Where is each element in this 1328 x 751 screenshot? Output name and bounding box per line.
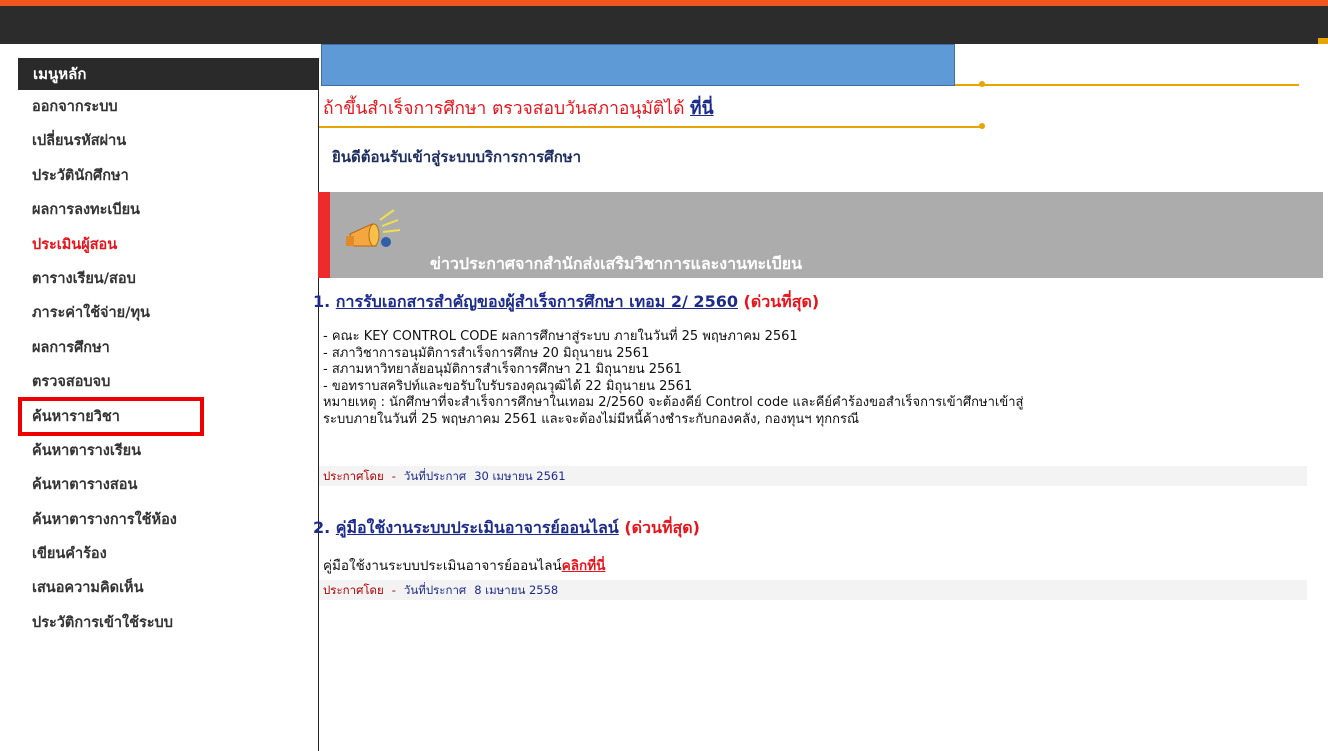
graduate-check-link[interactable]: ที่นี่: [690, 99, 714, 119]
announcement-line: ระบบภายในวันที่ 25 พฤษภาคม 2561 และจะต้อ…: [323, 411, 860, 427]
megaphone-icon: [346, 209, 401, 247]
separator: -: [391, 583, 396, 597]
announcement-1-link[interactable]: การรับเอกสารสำคัญของผู้สำเร็จการศึกษา เท…: [336, 292, 738, 311]
announcement-2-link[interactable]: คู่มือใช้งานระบบประเมินอาจารย์ออนไลน์: [336, 518, 619, 537]
graduate-notice: ถ้าขึ้นสำเร็จการศึกษา ตรวจสอบวันสภาอนุมั…: [323, 94, 714, 122]
sidebar-item-change-password[interactable]: เปลี่ยนรหัสผ่าน: [18, 124, 318, 158]
sidebar-item-search-class-schedule[interactable]: ค้นหาตารางเรียน: [18, 434, 318, 468]
news-header-red-bar: [318, 192, 330, 278]
news-header-title: ข่าวประกาศจากสำนักส่งเสริมวิชาการและงานท…: [430, 254, 803, 273]
announcement-line: - สภามหาวิทยาลัยอนุมัติการสำเร็จการศึกษา…: [323, 362, 682, 378]
date-label: วันที่ประกาศ: [403, 583, 467, 597]
date-value: 8 เมษายน 2558: [474, 583, 559, 597]
sidebar-item-expenses-scholarship[interactable]: ภาระค่าใช้จ่าย/ทุน: [18, 296, 318, 330]
date-value: 30 เมษายน 2561: [474, 469, 566, 483]
sidebar-item-grades[interactable]: ผลการศึกษา: [18, 331, 318, 365]
date-label: วันที่ประกาศ: [403, 469, 467, 483]
urgency-label: (ด่วนที่สุด): [743, 292, 820, 311]
announcement-2-body: คู่มือใช้งานระบบประเมินอาจารย์ออนไลน์คลิ…: [323, 554, 605, 576]
announcement-1-meta: ประกาศโดย - วันที่ประกาศ 30 เมษายน 2561: [319, 466, 1307, 486]
urgency-label: (ด่วนที่สุด): [624, 518, 700, 537]
decor-dot: [979, 81, 985, 87]
welcome-text: ยินดีต้อนรับเข้าสู่ระบบบริการการศึกษา: [332, 148, 582, 166]
sidebar-item-feedback[interactable]: เสนอความคิดเห็น: [18, 571, 318, 605]
manual-click-link[interactable]: คลิกที่นี่: [562, 558, 606, 574]
sidebar-item-search-courses[interactable]: ค้นหารายวิชา: [18, 400, 318, 434]
banner-box: [321, 44, 955, 86]
news-header: ข่าวประกาศจากสำนักส่งเสริมวิชาการและงานท…: [318, 192, 1323, 278]
sidebar-item-class-exam-schedule[interactable]: ตารางเรียน/สอบ: [18, 262, 318, 296]
announcement-2-meta: ประกาศโดย - วันที่ประกาศ 8 เมษายน 2558: [319, 580, 1307, 600]
sidebar-item-registration-result[interactable]: ผลการลงทะเบียน: [18, 193, 318, 227]
sidebar-item-search-teaching-schedule[interactable]: ค้นหาตารางสอน: [18, 468, 318, 502]
sidebar-item-write-petition[interactable]: เขียนคำร้อง: [18, 537, 318, 571]
announcement-number: 1.: [313, 292, 331, 311]
sidebar-item-access-history[interactable]: ประวัติการเข้าใช้ระบบ: [18, 606, 318, 640]
decor-line: [955, 84, 1299, 86]
sidebar-item-student-profile[interactable]: ประวัตินักศึกษา: [18, 159, 318, 193]
announcement-line: - สภาวิชาการอนุมัติการสำเร็จการศึกษ 20 ม…: [323, 345, 650, 361]
sidebar-item-graduation-check[interactable]: ตรวจสอบจบ: [18, 365, 318, 399]
sidebar-item-logout[interactable]: ออกจากระบบ: [18, 90, 318, 124]
sidebar-menu: ออกจากระบบ เปลี่ยนรหัสผ่าน ประวัตินักศึกษา…: [18, 90, 318, 640]
main-content: ถ้าขึ้นสำเร็จการศึกษา ตรวจสอบวันสภาอนุมั…: [313, 44, 1328, 751]
manual-text: คู่มือใช้งานระบบประเมินอาจารย์ออนไลน์: [323, 558, 562, 574]
announcement-2-title: 2. คู่มือใช้งานระบบประเมินอาจารย์ออนไลน์…: [313, 516, 700, 541]
graduate-notice-text: ถ้าขึ้นสำเร็จการศึกษา ตรวจสอบวันสภาอนุมั…: [323, 99, 685, 119]
sidebar-item-search-room-schedule[interactable]: ค้นหาตารางการใช้ห้อง: [18, 503, 318, 537]
announcement-line: - ขอทราบสคริปท์และขอรับใบรับรองคุณวุฒิได…: [323, 378, 693, 394]
separator: -: [391, 469, 396, 483]
announcement-1-title: 1. การรับเอกสารสำคัญของผู้สำเร็จการศึกษา…: [313, 290, 819, 315]
decor-dot: [979, 123, 985, 129]
sidebar: เมนูหลัก ออกจากระบบ เปลี่ยนรหัสผ่าน ประวัต…: [18, 58, 319, 751]
announcement-line: - คณะ KEY CONTROL CODE ผลการศึกษาสู่ระบบ…: [323, 329, 798, 344]
announcement-line: หมายเหตุ : นักศึกษาที่จะสำเร็จการศึกษาใน…: [323, 395, 1024, 411]
posted-by-label: ประกาศโดย: [323, 469, 384, 483]
posted-by-label: ประกาศโดย: [323, 583, 384, 597]
announcement-1-body: - คณะ KEY CONTROL CODE ผลการศึกษาสู่ระบบ…: [323, 329, 1023, 429]
decor-line: [319, 126, 983, 128]
sidebar-title: เมนูหลัก: [18, 58, 318, 90]
announcement-number: 2.: [313, 518, 331, 537]
sidebar-item-evaluate-instructor[interactable]: ประเมินผู้สอน: [18, 228, 318, 262]
top-header-bar: [0, 6, 1328, 44]
